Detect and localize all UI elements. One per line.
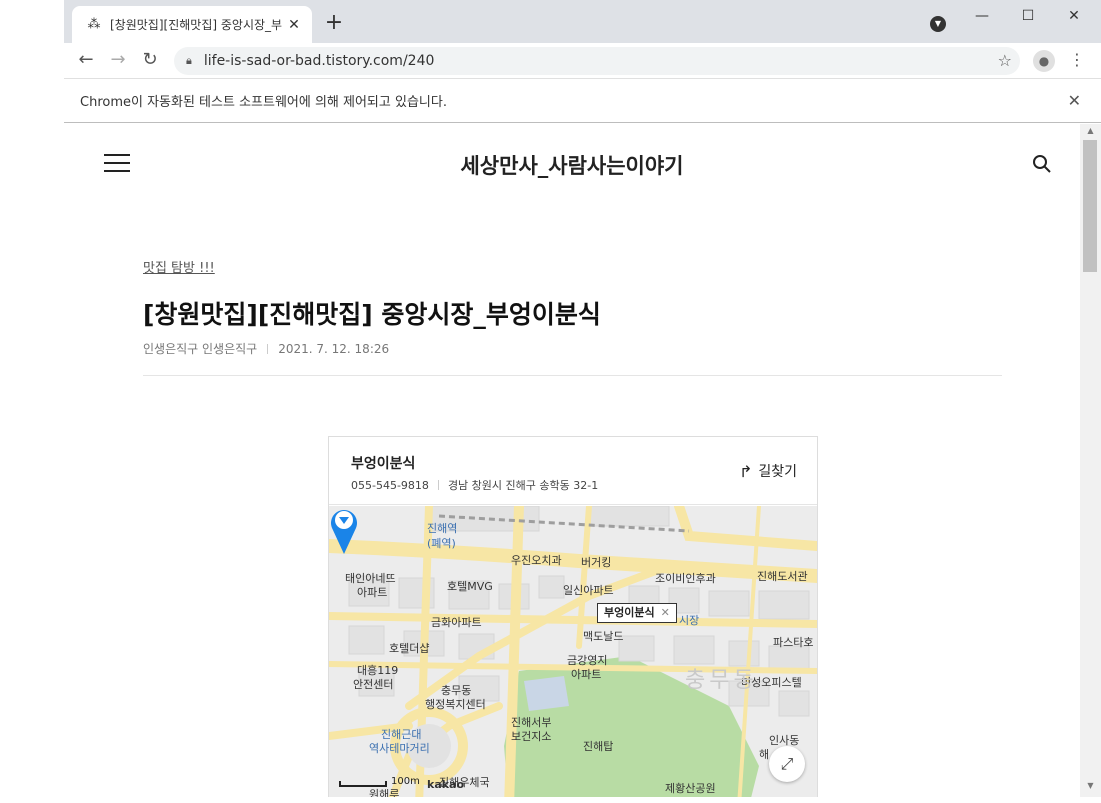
header-divider [143,375,1002,376]
scroll-thumb[interactable] [1083,140,1097,272]
map-label: 호텔MVG [447,580,493,593]
profile-avatar-icon[interactable]: ● [1033,50,1055,72]
directions-arrow-icon: ↱ [738,461,753,481]
map-label: 진해서부 [511,716,552,729]
map-embed-card: 부엉이분식 055-545-9818 경남 창원시 진해구 송학동 32-1 ↱… [328,436,818,797]
map-label: 인사동 [769,734,800,747]
post-datetime: 2021. 7. 12. 18:26 [278,341,390,356]
map-label: 대흥119 [357,664,399,677]
tistory-favicon-icon: ⁂ [87,16,101,32]
post-category-link[interactable]: 맛집 탐방 !!! [143,257,215,276]
map-label: 태인아네뜨 [345,572,396,585]
place-name[interactable]: 부엉이분식 [351,453,415,473]
map-scale-bar: 100m [339,776,420,787]
forward-arrow-icon[interactable]: → [106,48,130,72]
place-info: 055-545-9818 경남 창원시 진해구 송학동 32-1 [351,477,598,493]
pin-label-close-icon[interactable]: ✕ [661,606,670,619]
site-title[interactable]: 세상만사_사람사는이야기 [64,150,1080,180]
pin-label-box[interactable]: 부엉이분식 ✕ [597,603,677,623]
scroll-up-arrow-icon[interactable]: ▲ [1080,126,1101,140]
map-district-label: 충무동 [685,668,758,693]
browser-toolbar: ← → ↻ 🔒︎ life-is-sad-or-bad.tistory.com/… [64,43,1101,78]
tab-title: [창원맛집][진해맛집] 중앙시장_부 [110,18,283,32]
map-label: 조이비인후과 [655,572,716,585]
map-card-header: 부엉이분식 055-545-9818 경남 창원시 진해구 송학동 32-1 ↱… [329,437,817,505]
map-label: 보건지소 [511,730,552,743]
map-label: 진해역 [427,522,458,535]
map-label: 우진오치과 [511,554,562,567]
url-text: life-is-sad-or-bad.tistory.com/240 [203,53,435,69]
place-address: 경남 창원시 진해구 송학동 32-1 [447,479,599,492]
directions-label: 길찾기 [758,464,797,480]
map-label: 일신아파트 [563,584,614,597]
reload-icon[interactable]: ↻ [138,48,162,72]
address-bar[interactable]: 🔒︎ life-is-sad-or-bad.tistory.com/240 ☆ [174,47,1020,75]
map-label: 진해탑 [583,740,614,753]
map-canvas[interactable]: 진해역 (폐역) 우진오치과 버거킹 조이비인후과 진해도서관 태인아네뜨 아파… [329,506,817,797]
map-label: 안전센터 [353,678,394,691]
tab-close-icon[interactable]: ✕ [286,17,302,33]
search-icon[interactable] [1032,154,1052,174]
bookmark-star-icon[interactable]: ☆ [998,51,1012,70]
post-meta: 인생은직구 인생은직구 2021. 7. 12. 18:26 [143,340,389,357]
new-tab-button[interactable]: + [322,12,346,36]
page-scrollbar[interactable]: ▲ ▼ [1080,124,1101,797]
map-label: 원해루 [369,788,400,797]
fullscreen-expand-icon[interactable]: ⤢ [769,746,805,782]
scale-label: 100m [391,776,420,787]
meta-separator [267,343,269,354]
map-label: 금강영지 [567,654,608,667]
infobar-message: Chrome이 자동화된 테스트 소프트웨어에 의해 제어되고 있습니다. [80,95,447,110]
automation-infobar: Chrome이 자동화된 테스트 소프트웨어에 의해 제어되고 있습니다. ✕ [64,78,1101,123]
map-label: 아파트 [571,668,602,681]
info-separator [437,480,439,490]
scale-bar-line [339,781,387,787]
place-phone: 055-545-9818 [351,478,429,492]
infobar-close-icon[interactable]: ✕ [1068,91,1081,110]
post-title: [창원맛집][진해맛집] 중앙시장_부엉이분식 [143,300,601,329]
pin-label-text: 부엉이분식 [604,606,655,619]
map-label: 진해도서관 [757,570,808,583]
map-label: (폐역) [427,537,456,550]
map-label: 호텔더샵 [389,642,430,655]
map-label: 역사테마거리 [369,742,430,755]
lock-icon: 🔒︎ [186,54,192,67]
browser-window: ⁂ [창원맛집][진해맛집] 중앙시장_부 ✕ + ▼ — ☐ ✕ ← → ↻ … [64,0,1101,797]
location-pin-icon[interactable] [329,506,359,556]
map-label: 진해근대 [381,728,422,741]
maximize-button[interactable]: ☐ [1005,0,1051,32]
map-label: 제황산공원 [665,782,716,795]
window-close-button[interactable]: ✕ [1051,0,1097,32]
scroll-down-arrow-icon[interactable]: ▼ [1080,781,1101,795]
map-label: 맥도날드 [583,630,624,643]
map-label: 해 [759,748,770,761]
map-label: 시장 [679,614,700,627]
minimize-button[interactable]: — [959,0,1005,32]
kebab-menu-icon[interactable]: ⋮ [1067,48,1087,72]
directions-button[interactable]: ↱ 길찾기 [739,461,797,481]
back-arrow-icon[interactable]: ← [74,48,98,72]
map-label: 금화아파트 [431,616,482,629]
map-label: 아파트 [357,586,388,599]
tab-strip: ⁂ [창원맛집][진해맛집] 중앙시장_부 ✕ + ▼ — ☐ ✕ [64,0,1101,43]
map-label: 행정복지센터 [425,698,486,711]
map-label: 버거킹 [581,556,612,569]
map-label: 파스타호 [773,636,814,649]
page-content: 세상만사_사람사는이야기 맛집 탐방 !!! [창원맛집][진해맛집] 중앙시장… [64,124,1080,797]
post-author[interactable]: 인생은직구 인생은직구 [143,340,257,357]
tab-search-icon[interactable]: ▼ [930,16,946,32]
kakao-logo: kakao [427,778,465,791]
map-label: 충무동 [441,684,472,697]
browser-tab-active[interactable]: ⁂ [창원맛집][진해맛집] 중앙시장_부 ✕ [72,6,312,43]
